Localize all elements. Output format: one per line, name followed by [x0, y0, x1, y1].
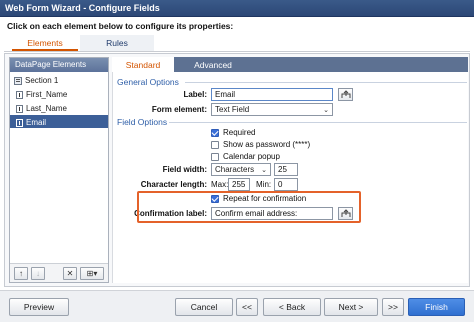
- chevron-down-icon: ⌄: [261, 166, 267, 174]
- tab-divider: [4, 51, 470, 52]
- field-icon: [16, 90, 23, 99]
- section-icon: [14, 76, 22, 85]
- field-icon: [16, 118, 23, 127]
- general-options-title: General Options: [117, 77, 179, 87]
- tab-standard[interactable]: Standard: [112, 57, 174, 72]
- required-checkbox[interactable]: [211, 128, 219, 137]
- label-action-button[interactable]: [338, 88, 353, 101]
- tree-item-first-name[interactable]: First_Name: [10, 87, 108, 100]
- tab-rules[interactable]: Rules: [80, 35, 154, 51]
- confirmation-highlight-box: [137, 191, 361, 223]
- properties-content: General Options Label: Form element: Tex…: [112, 72, 468, 283]
- show-password-checkbox[interactable]: [211, 140, 219, 149]
- wizard-footer: Preview Cancel << < Back Next > >> Finis…: [0, 290, 474, 322]
- tree-item-label: Email: [26, 118, 47, 127]
- form-element-select[interactable]: Text Field ⌄: [211, 103, 333, 116]
- window-title: Web Form Wizard - Configure Fields: [0, 0, 474, 17]
- min-length-input[interactable]: [274, 178, 298, 191]
- next-button[interactable]: Next >: [324, 298, 378, 316]
- field-width-unit-select[interactable]: Characters ⌄: [211, 163, 271, 176]
- show-password-label: Show as password (****): [223, 140, 311, 149]
- finish-button-label: Finish: [425, 302, 448, 312]
- section-divider: [169, 122, 467, 123]
- label-input[interactable]: [211, 88, 333, 101]
- tree-item-label: Last_Name: [26, 104, 67, 113]
- pane-header: DataPage Elements: [10, 58, 108, 72]
- last-step-label: >>: [388, 302, 398, 312]
- label-field-label: Label:: [183, 90, 207, 99]
- tab-advanced[interactable]: Advanced: [180, 57, 246, 72]
- preview-button[interactable]: Preview: [9, 298, 69, 316]
- pane-toolbar: ↑ ↓ ✕ ⊞▾: [10, 263, 108, 282]
- properties-tabbar: Standard Advanced: [112, 57, 468, 72]
- tree-item-label: Section 1: [25, 76, 59, 85]
- move-up-button[interactable]: ↑: [14, 267, 28, 280]
- character-length-label: Character length:: [140, 180, 207, 189]
- field-options-title: Field Options: [117, 117, 168, 127]
- field-width-input[interactable]: [274, 163, 298, 176]
- form-element-value: Text Field: [215, 105, 250, 114]
- required-label: Required: [223, 128, 256, 137]
- tab-advanced-label: Advanced: [194, 60, 232, 70]
- preview-button-label: Preview: [23, 302, 55, 312]
- max-length-input[interactable]: [228, 178, 250, 191]
- chevron-down-icon: ⌄: [323, 106, 329, 114]
- field-icon: [16, 104, 23, 113]
- last-step-button[interactable]: >>: [382, 298, 404, 316]
- arrow-down-icon: ↓: [36, 269, 40, 278]
- tab-elements[interactable]: Elements: [12, 35, 78, 51]
- finish-button[interactable]: Finish: [408, 298, 465, 316]
- calendar-popup-checkbox[interactable]: [211, 152, 219, 161]
- insert-dropdown-icon: ⊞▾: [86, 269, 98, 278]
- tab-elements-label: Elements: [27, 38, 63, 48]
- password-option: Show as password (****): [211, 140, 310, 149]
- tab-standard-label: Standard: [125, 60, 161, 70]
- arrow-up-icon: ↑: [19, 269, 23, 278]
- tree-item-section-1[interactable]: Section 1: [10, 73, 108, 86]
- max-label: Max:: [211, 180, 229, 189]
- min-label: Min:: [256, 180, 272, 189]
- tree-item-email[interactable]: Email: [10, 115, 108, 128]
- first-step-label: <<: [242, 302, 252, 312]
- form-element-label: Form element:: [151, 105, 207, 114]
- back-button[interactable]: < Back: [263, 298, 321, 316]
- back-button-label: < Back: [278, 302, 306, 312]
- tree-item-label: First_Name: [26, 90, 68, 99]
- cancel-button[interactable]: Cancel: [175, 298, 233, 316]
- field-width-label: Field width:: [162, 165, 207, 174]
- section-divider: [185, 82, 467, 83]
- close-icon: ✕: [66, 269, 74, 278]
- field-width-unit-value: Characters: [215, 165, 255, 174]
- delete-button[interactable]: ✕: [63, 267, 77, 280]
- calendar-option: Calendar popup: [211, 152, 280, 161]
- cancel-button-label: Cancel: [190, 302, 218, 312]
- next-button-label: Next >: [338, 302, 364, 312]
- required-option: Required: [211, 128, 255, 137]
- first-step-button[interactable]: <<: [236, 298, 258, 316]
- tree-item-last-name[interactable]: Last_Name: [10, 101, 108, 114]
- move-down-button[interactable]: ↓: [31, 267, 45, 280]
- tab-rules-label: Rules: [106, 38, 128, 48]
- instruction-text: Click on each element below to configure…: [7, 21, 234, 31]
- calendar-popup-label: Calendar popup: [223, 152, 280, 161]
- insert-element-button[interactable]: ⊞▾: [80, 267, 104, 280]
- insert-field-icon: [341, 90, 350, 98]
- datapage-elements-pane: DataPage Elements Section 1 First_Name L…: [9, 57, 109, 283]
